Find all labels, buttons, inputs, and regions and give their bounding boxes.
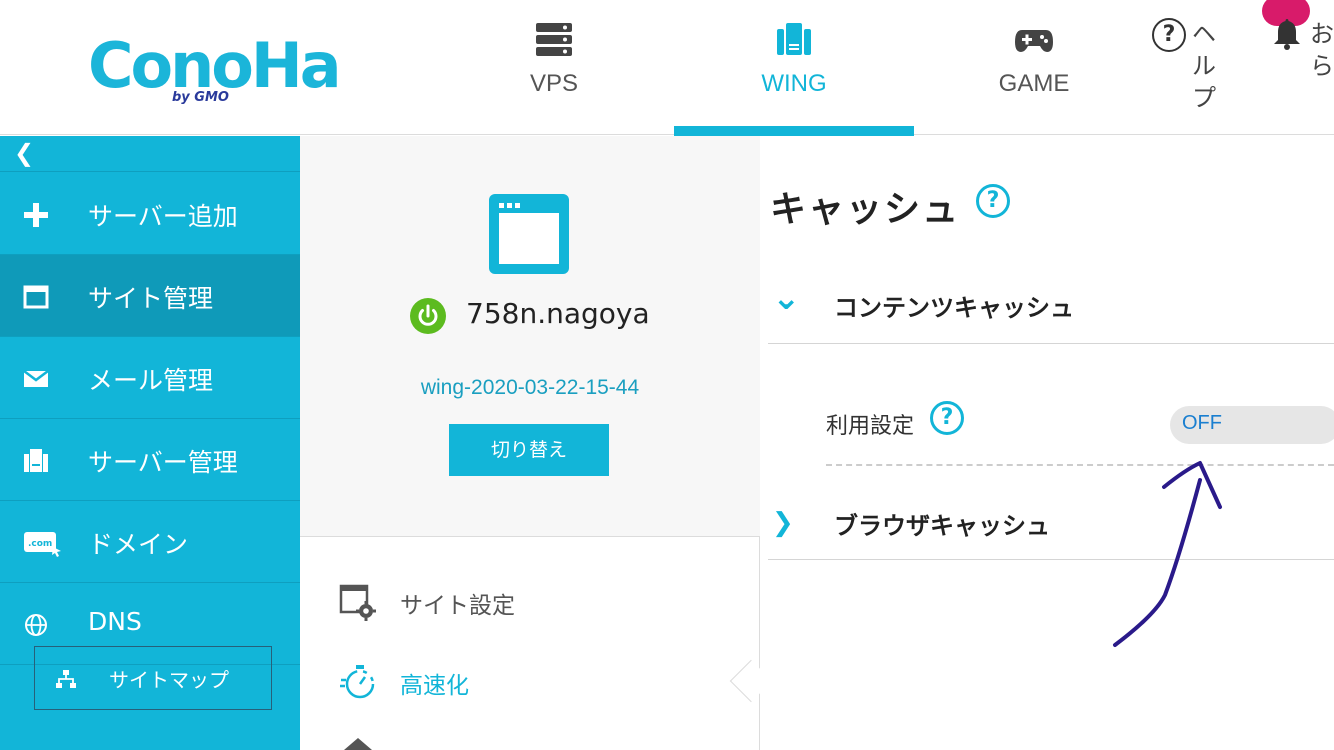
active-tab-indicator xyxy=(674,126,914,136)
site-id: wing-2020-03-22-15-44 xyxy=(420,376,640,399)
menu-item-partial-icon xyxy=(344,738,372,750)
chevron-down-icon: ⌄ xyxy=(772,278,801,318)
usage-setting-help-icon[interactable]: ? xyxy=(930,401,964,435)
help-icon: ? xyxy=(1152,18,1186,52)
page-title: キャッシュ xyxy=(770,189,961,230)
domain-icon: .com xyxy=(24,532,61,557)
chevron-right-icon: ❯ xyxy=(772,508,794,538)
content-cache-section[interactable]: ⌄ コンテンツキャッシュ xyxy=(768,270,1334,340)
content-cache-label: コンテンツキャッシュ xyxy=(834,294,1074,322)
notifications-link[interactable]: おら xyxy=(1262,0,1334,104)
window-icon xyxy=(23,285,49,309)
menu-item-label: サイト設定 xyxy=(400,593,515,619)
server-manage-icon xyxy=(24,449,48,472)
tab-vps[interactable]: VPS xyxy=(434,0,674,135)
tab-game[interactable]: GAME xyxy=(914,0,1154,135)
site-window-icon xyxy=(489,194,569,274)
sidebar-item-server-management[interactable]: サーバー管理 xyxy=(0,419,300,501)
sidebar-item-label: サイト管理 xyxy=(88,284,214,313)
switch-site-button[interactable]: 切り替え xyxy=(449,424,609,476)
sidebar-collapse-button[interactable]: ❮ xyxy=(0,136,300,172)
browser-cache-label: ブラウザキャッシュ xyxy=(834,512,1050,540)
wing-icon xyxy=(777,23,811,55)
site-name: 758n.nagoya xyxy=(466,297,650,330)
tab-wing-label: WING xyxy=(761,70,827,97)
mail-icon xyxy=(23,370,49,387)
sidebar-item-label: ドメイン xyxy=(88,530,189,559)
gamepad-icon xyxy=(1015,30,1053,52)
stopwatch-icon xyxy=(340,665,375,699)
hand-drawn-arrow-annotation xyxy=(1113,461,1222,647)
globe-icon xyxy=(25,614,47,636)
tab-game-label: GAME xyxy=(998,70,1070,97)
menu-item-label: 高速化 xyxy=(400,673,469,699)
sidebar-item-add-server[interactable]: サーバー追加 xyxy=(0,173,300,255)
help-label: ヘルプ xyxy=(1192,20,1216,112)
sidebar-item-label: メール管理 xyxy=(88,366,214,395)
help-link[interactable]: ? ヘルプ xyxy=(1152,14,1232,124)
server-icon xyxy=(536,23,572,56)
notifications-label: おら xyxy=(1310,20,1334,80)
cache-help-icon[interactable]: ? xyxy=(976,184,1010,218)
sidebar-item-domain[interactable]: .com ドメイン xyxy=(0,501,300,583)
sidebar-item-mail-management[interactable]: メール管理 xyxy=(0,337,300,419)
sidebar-item-label: DNS xyxy=(88,607,142,636)
tab-vps-label: VPS xyxy=(529,70,579,97)
site-card: 758n.nagoya wing-2020-03-22-15-44 切り替え xyxy=(300,136,760,537)
sidebar-item-label: サーバー追加 xyxy=(88,202,238,231)
section-divider xyxy=(768,559,1334,560)
sidebar-item-label: サーバー管理 xyxy=(88,448,238,477)
dashed-divider xyxy=(826,464,1334,466)
site-panel: 758n.nagoya wing-2020-03-22-15-44 切り替え サ… xyxy=(300,136,773,750)
bell-icon xyxy=(1274,19,1300,50)
logo-subtext: by GMO xyxy=(172,90,229,105)
usage-setting-label: 利用設定 xyxy=(826,414,915,439)
sidebar: ❮ サーバー追加 サイト管理 メール管理 サーバー管理 .com ドメイン DN… xyxy=(0,136,300,750)
sitemap-label: サイトマップ xyxy=(109,668,229,692)
toggle-value: OFF xyxy=(1182,412,1222,434)
chevron-left-icon: ❮ xyxy=(14,139,35,167)
sidebar-item-site-management[interactable]: サイト管理 xyxy=(0,255,300,337)
top-header: ConoHa by GMO VPS WING GAME ? ヘルプ おら xyxy=(0,0,1334,136)
menu-item-speedup[interactable]: 高速化 xyxy=(338,656,738,706)
browser-cache-section[interactable]: ❯ ブラウザキャッシュ xyxy=(768,488,1334,558)
cache-panel: キャッシュ ? ⌄ コンテンツキャッシュ 利用設定 ? OFF ❯ ブラウザキャ… xyxy=(760,136,1334,750)
site-settings-icon xyxy=(339,584,376,621)
usage-setting-toggle[interactable]: OFF xyxy=(1170,406,1334,444)
tab-wing[interactable]: WING xyxy=(674,0,914,136)
power-status-icon xyxy=(410,298,446,334)
conoha-logo[interactable]: ConoHa by GMO xyxy=(88,28,342,108)
svg-text:.com: .com xyxy=(28,539,52,549)
menu-item-site-settings[interactable]: サイト設定 xyxy=(338,576,738,626)
plus-icon xyxy=(24,203,48,227)
section-divider xyxy=(768,343,1334,344)
sitemap-icon xyxy=(56,670,76,688)
sitemap-link[interactable]: サイトマップ xyxy=(34,646,272,710)
